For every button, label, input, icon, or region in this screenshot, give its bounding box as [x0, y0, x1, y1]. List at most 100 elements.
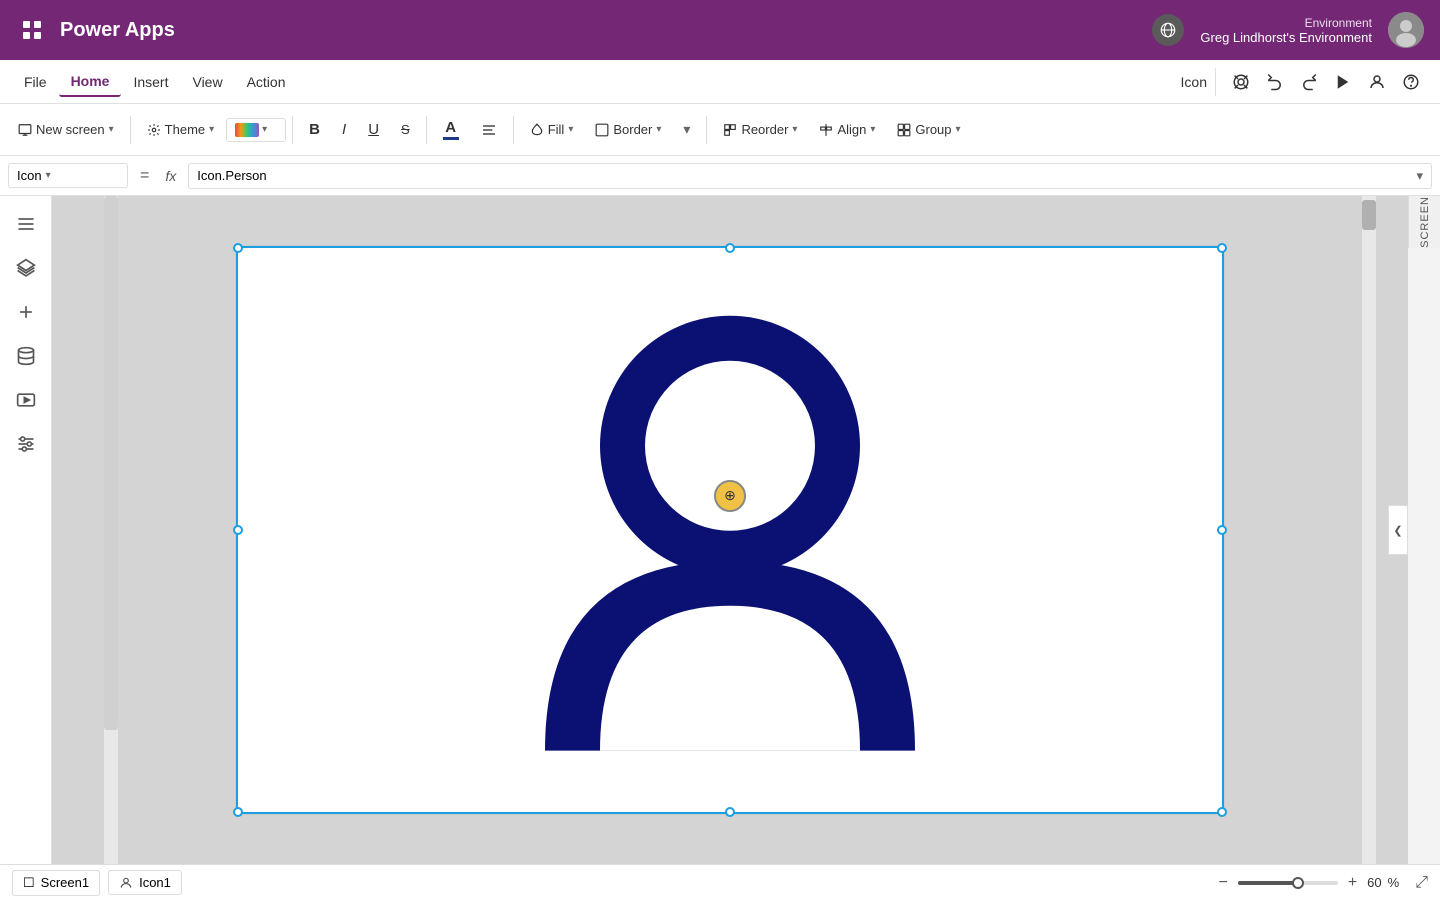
formula-input[interactable]: Icon.Person ▾	[188, 163, 1432, 189]
user-settings-icon[interactable]	[1360, 67, 1394, 97]
environment-label: Environment	[1200, 16, 1372, 30]
menu-view[interactable]: View	[180, 68, 234, 96]
undo-button[interactable]	[1258, 67, 1292, 97]
new-screen-label: New screen	[36, 122, 105, 137]
screen1-tab[interactable]: ☐ Screen1	[12, 870, 100, 896]
border-button[interactable]: Border ▾	[585, 116, 671, 143]
formula-value: Icon.Person	[197, 168, 266, 183]
italic-label: I	[342, 121, 346, 138]
fx-label[interactable]: fx	[161, 168, 180, 184]
more-options-button[interactable]: ▾	[673, 115, 700, 144]
apps-grid-icon[interactable]	[16, 14, 48, 46]
element-selector-value: Icon	[17, 168, 42, 183]
fullscreen-button[interactable]: ⤢	[1415, 874, 1428, 892]
bold-button[interactable]: B	[299, 115, 330, 144]
element-selector-chevron: ▾	[46, 170, 51, 181]
zoom-unit: %	[1388, 875, 1400, 890]
handle-top-left[interactable]	[233, 243, 243, 253]
screen1-icon: ☐	[23, 875, 35, 891]
fill-button[interactable]: Fill ▾	[520, 116, 584, 143]
right-panel-container: ❮ SCREEN	[1408, 196, 1440, 864]
reorder-chevron: ▾	[792, 124, 797, 135]
reorder-button[interactable]: Reorder ▾	[713, 116, 807, 143]
help-icon[interactable]	[1394, 67, 1428, 97]
handle-top-center[interactable]	[725, 243, 735, 253]
sidebar-controls-icon[interactable]	[6, 424, 46, 464]
new-screen-button[interactable]: New screen ▾	[8, 116, 124, 143]
environment-info: Environment Greg Lindhorst's Environment	[1200, 16, 1372, 45]
menu-file[interactable]: File	[12, 68, 59, 96]
menu-home[interactable]: Home	[59, 67, 122, 97]
main-layout: ⊕ ❮ SCREEN	[0, 196, 1440, 864]
screen1-label: Screen1	[41, 875, 89, 890]
strikethrough-label: S	[401, 122, 410, 137]
left-sidebar	[0, 196, 52, 864]
zoom-slider[interactable]	[1238, 881, 1338, 885]
sidebar-layers-icon[interactable]	[6, 248, 46, 288]
icon1-tab[interactable]: Icon1	[108, 870, 182, 895]
redo-button[interactable]	[1292, 67, 1326, 97]
group-label: Group	[915, 122, 951, 137]
icon1-label: Icon1	[139, 875, 171, 890]
zoom-out-button[interactable]: −	[1214, 874, 1231, 892]
align-button[interactable]	[471, 116, 507, 144]
theme-chevron: ▾	[209, 124, 214, 135]
underline-button[interactable]: U	[358, 115, 389, 144]
support-icon[interactable]	[1224, 67, 1258, 97]
canvas-area[interactable]: ⊕	[52, 196, 1408, 864]
fill-chevron: ▾	[568, 124, 573, 135]
border-label: Border	[613, 122, 652, 137]
underline-label: U	[368, 121, 379, 138]
align2-chevron: ▾	[870, 124, 875, 135]
theme-label: Theme	[165, 122, 205, 137]
person-icon	[540, 291, 920, 751]
color-chevron: ▾	[262, 124, 267, 135]
more-chevron: ▾	[683, 121, 690, 138]
italic-button[interactable]: I	[332, 115, 356, 144]
bold-label: B	[309, 121, 320, 138]
new-screen-chevron: ▾	[109, 124, 114, 135]
icon-mode-label: Icon	[1181, 74, 1207, 90]
toolbar: New screen ▾ Theme ▾ ▾ B I U S A	[0, 104, 1440, 156]
handle-bottom-right[interactable]	[1217, 807, 1227, 817]
color-swatch-dropdown[interactable]: ▾	[226, 118, 286, 142]
equals-sign: =	[136, 167, 153, 185]
group-chevron: ▾	[956, 124, 961, 135]
fill-label: Fill	[548, 122, 565, 137]
handle-bottom-left[interactable]	[233, 807, 243, 817]
sidebar-media-icon[interactable]	[6, 380, 46, 420]
formula-bar: Icon ▾ = fx Icon.Person ▾	[0, 156, 1440, 196]
title-bar: Power Apps Environment Greg Lindhorst's …	[0, 0, 1440, 60]
panel-toggle-button[interactable]: ❮	[1388, 505, 1408, 555]
menu-action[interactable]: Action	[235, 68, 298, 96]
handle-bottom-center[interactable]	[725, 807, 735, 817]
text-color-button[interactable]: A	[433, 113, 469, 146]
reorder-label: Reorder	[741, 122, 788, 137]
title-bar-right: Environment Greg Lindhorst's Environment	[1152, 12, 1424, 48]
bottom-bar: ☐ Screen1 Icon1 − + 60 % ⤢	[0, 864, 1440, 900]
canvas-frame[interactable]: ⊕	[235, 245, 1225, 815]
sidebar-add-icon[interactable]	[6, 292, 46, 332]
element-selector[interactable]: Icon ▾	[8, 163, 128, 188]
menu-bar: File Home Insert View Action Icon	[0, 60, 1440, 104]
environment-icon	[1152, 14, 1184, 46]
text-color-label: A	[445, 119, 456, 136]
handle-top-right[interactable]	[1217, 243, 1227, 253]
right-panel: SCREEN	[1408, 196, 1440, 248]
app-name: Power Apps	[60, 19, 1152, 42]
strikethrough-button[interactable]: S	[391, 116, 420, 143]
play-button[interactable]	[1326, 67, 1360, 97]
handle-middle-left[interactable]	[233, 525, 243, 535]
sidebar-data-icon[interactable]	[6, 336, 46, 376]
user-avatar[interactable]	[1388, 12, 1424, 48]
align2-button[interactable]: Align ▾	[809, 116, 885, 143]
screen-label: SCREEN	[1419, 196, 1431, 248]
formula-expand-icon[interactable]: ▾	[1416, 168, 1423, 184]
zoom-in-button[interactable]: +	[1344, 874, 1361, 892]
border-chevron: ▾	[656, 124, 661, 135]
theme-button[interactable]: Theme ▾	[137, 116, 225, 143]
sidebar-tree-icon[interactable]	[6, 204, 46, 244]
handle-middle-right[interactable]	[1217, 525, 1227, 535]
group-button[interactable]: Group ▾	[887, 116, 970, 143]
menu-insert[interactable]: Insert	[121, 68, 180, 96]
